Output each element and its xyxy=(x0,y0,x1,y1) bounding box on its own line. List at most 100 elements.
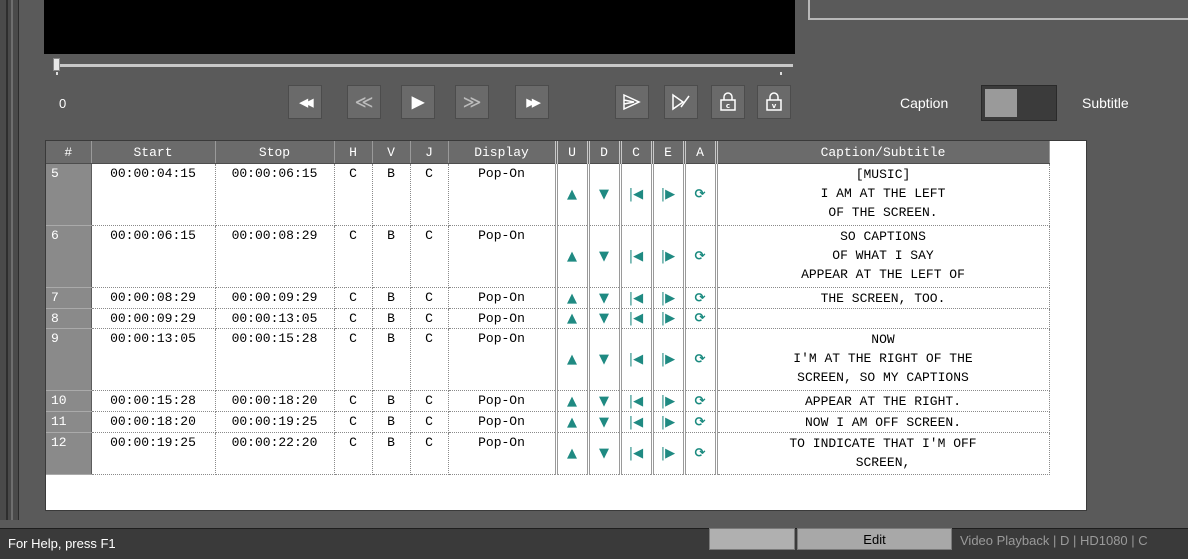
stop-time-cell[interactable]: 00:00:22:20 xyxy=(215,432,335,475)
chain-end-icon[interactable]: |▶ xyxy=(661,311,675,326)
h-cell[interactable]: C xyxy=(334,390,373,412)
move-up-icon-cell[interactable]: ▲ xyxy=(556,163,590,226)
j-cell[interactable]: C xyxy=(410,390,449,412)
chain-end-icon[interactable]: |▶ xyxy=(661,415,675,430)
chain-start-icon-cell[interactable]: |◀ xyxy=(620,287,654,309)
move-down-icon-cell[interactable]: ▼ xyxy=(588,432,622,475)
h-cell[interactable]: C xyxy=(334,328,373,391)
chain-end-icon-cell[interactable]: |▶ xyxy=(652,163,686,226)
stop-time-cell[interactable]: 00:00:09:29 xyxy=(215,287,335,309)
display-cell[interactable]: Pop-On xyxy=(448,390,558,412)
chain-end-icon-cell[interactable]: |▶ xyxy=(652,328,686,391)
stop-time-cell[interactable]: 00:00:13:05 xyxy=(215,308,335,329)
chain-end-icon[interactable]: |▶ xyxy=(661,394,675,409)
chain-start-icon-cell[interactable]: |◀ xyxy=(620,308,654,329)
start-time-cell[interactable]: 00:00:06:15 xyxy=(91,225,216,288)
chain-start-icon[interactable]: |◀ xyxy=(629,352,643,367)
move-down-icon[interactable]: ▼ xyxy=(599,352,609,367)
caption-cell[interactable]: NOW I AM OFF SCREEN. xyxy=(716,411,1050,433)
j-cell[interactable]: C xyxy=(410,432,449,475)
move-up-icon-cell[interactable]: ▲ xyxy=(556,287,590,309)
col-header-caption[interactable]: Caption/Subtitle xyxy=(716,141,1050,164)
move-down-icon[interactable]: ▼ xyxy=(599,291,609,306)
col-header-stop[interactable]: Stop xyxy=(215,141,335,164)
chain-start-icon[interactable]: |◀ xyxy=(629,415,643,430)
display-cell[interactable]: Pop-On xyxy=(448,432,558,475)
j-cell[interactable]: C xyxy=(410,163,449,226)
caption-cell[interactable]: APPEAR AT THE RIGHT. xyxy=(716,390,1050,412)
move-down-icon-cell[interactable]: ▼ xyxy=(588,287,622,309)
sync-icon[interactable]: ⟳ xyxy=(695,249,706,264)
sync-icon[interactable]: ⟳ xyxy=(695,291,706,306)
j-cell[interactable]: C xyxy=(410,328,449,391)
chain-end-icon-cell[interactable]: |▶ xyxy=(652,411,686,433)
move-down-icon[interactable]: ▼ xyxy=(599,415,609,430)
chain-start-icon-cell[interactable]: |◀ xyxy=(620,390,654,412)
start-time-cell[interactable]: 00:00:08:29 xyxy=(91,287,216,309)
col-header-e[interactable]: E xyxy=(652,141,686,164)
lock-video-button[interactable]: v xyxy=(757,85,791,119)
j-cell[interactable]: C xyxy=(410,411,449,433)
v-cell[interactable]: B xyxy=(372,328,411,391)
chain-end-icon[interactable]: |▶ xyxy=(661,446,675,461)
table-row[interactable]: 7 00:00:08:29 00:00:09:29 C B C Pop-On ▲ ▼ |◀ |▶ ⟳ T… xyxy=(46,287,1050,309)
rewind-button[interactable]: ◀◀ xyxy=(288,85,322,119)
stop-time-cell[interactable]: 00:00:18:20 xyxy=(215,390,335,412)
col-header-start[interactable]: Start xyxy=(91,141,216,164)
table-row[interactable]: 9 00:00:13:05 00:00:15:28 C B C Pop-On ▲ ▼ |◀ |▶ ⟳ N… xyxy=(46,328,1050,391)
h-cell[interactable]: C xyxy=(334,225,373,288)
display-cell[interactable]: Pop-On xyxy=(448,411,558,433)
table-row[interactable]: 10 00:00:15:28 00:00:18:20 C B C Pop-On ▲ ▼ |◀ |▶ ⟳… xyxy=(46,390,1050,412)
v-cell[interactable]: B xyxy=(372,308,411,329)
j-cell[interactable]: C xyxy=(410,308,449,329)
sync-icon[interactable]: ⟳ xyxy=(695,415,706,430)
start-time-cell[interactable]: 00:00:18:20 xyxy=(91,411,216,433)
table-row[interactable]: 12 00:00:19:25 00:00:22:20 C B C Pop-On ▲ ▼ |◀ |▶ ⟳… xyxy=(46,432,1050,475)
display-cell[interactable]: Pop-On xyxy=(448,225,558,288)
col-header-u[interactable]: U xyxy=(556,141,590,164)
video-preview[interactable] xyxy=(44,0,795,54)
col-header-a[interactable]: A xyxy=(684,141,718,164)
caption-cell[interactable] xyxy=(716,308,1050,329)
move-down-icon[interactable]: ▼ xyxy=(599,311,609,326)
move-down-icon-cell[interactable]: ▼ xyxy=(588,390,622,412)
chain-start-icon-cell[interactable]: |◀ xyxy=(620,328,654,391)
caption-cell[interactable]: SO CAPTIONS OF WHAT I SAY APPEAR AT THE LE… xyxy=(716,225,1050,288)
col-header-j[interactable]: J xyxy=(410,141,449,164)
sync-icon-cell[interactable]: ⟳ xyxy=(684,411,718,433)
toggle-knob[interactable] xyxy=(985,89,1017,117)
move-up-icon[interactable]: ▲ xyxy=(567,187,577,202)
h-cell[interactable]: C xyxy=(334,432,373,475)
step-back-button[interactable]: ≪ xyxy=(347,85,381,119)
h-cell[interactable]: C xyxy=(334,163,373,226)
move-up-icon[interactable]: ▲ xyxy=(567,311,577,326)
start-time-cell[interactable]: 00:00:19:25 xyxy=(91,432,216,475)
move-up-icon[interactable]: ▲ xyxy=(567,446,577,461)
stop-time-cell[interactable]: 00:00:06:15 xyxy=(215,163,335,226)
start-time-cell[interactable]: 00:00:04:15 xyxy=(91,163,216,226)
move-up-icon-cell[interactable]: ▲ xyxy=(556,411,590,433)
display-cell[interactable]: Pop-On xyxy=(448,308,558,329)
chain-end-icon[interactable]: |▶ xyxy=(661,291,675,306)
chain-start-icon[interactable]: |◀ xyxy=(629,446,643,461)
display-cell[interactable]: Pop-On xyxy=(448,287,558,309)
j-cell[interactable]: C xyxy=(410,225,449,288)
h-cell[interactable]: C xyxy=(334,287,373,309)
sync-icon-cell[interactable]: ⟳ xyxy=(684,287,718,309)
v-cell[interactable]: B xyxy=(372,390,411,412)
v-cell[interactable]: B xyxy=(372,411,411,433)
send-caption-button[interactable] xyxy=(615,85,649,119)
move-up-icon-cell[interactable]: ▲ xyxy=(556,308,590,329)
move-up-icon[interactable]: ▲ xyxy=(567,249,577,264)
move-down-icon[interactable]: ▼ xyxy=(599,249,609,264)
caption-cell[interactable]: [MUSIC] I AM AT THE LEFT OF THE SCREEN. xyxy=(716,163,1050,226)
move-up-icon-cell[interactable]: ▲ xyxy=(556,328,590,391)
move-down-icon-cell[interactable]: ▼ xyxy=(588,225,622,288)
chain-end-icon-cell[interactable]: |▶ xyxy=(652,225,686,288)
col-header-c[interactable]: C xyxy=(620,141,654,164)
chain-start-icon[interactable]: |◀ xyxy=(629,394,643,409)
move-down-icon[interactable]: ▼ xyxy=(599,394,609,409)
move-down-icon-cell[interactable]: ▼ xyxy=(588,411,622,433)
chain-start-icon-cell[interactable]: |◀ xyxy=(620,411,654,433)
move-up-icon[interactable]: ▲ xyxy=(567,291,577,306)
